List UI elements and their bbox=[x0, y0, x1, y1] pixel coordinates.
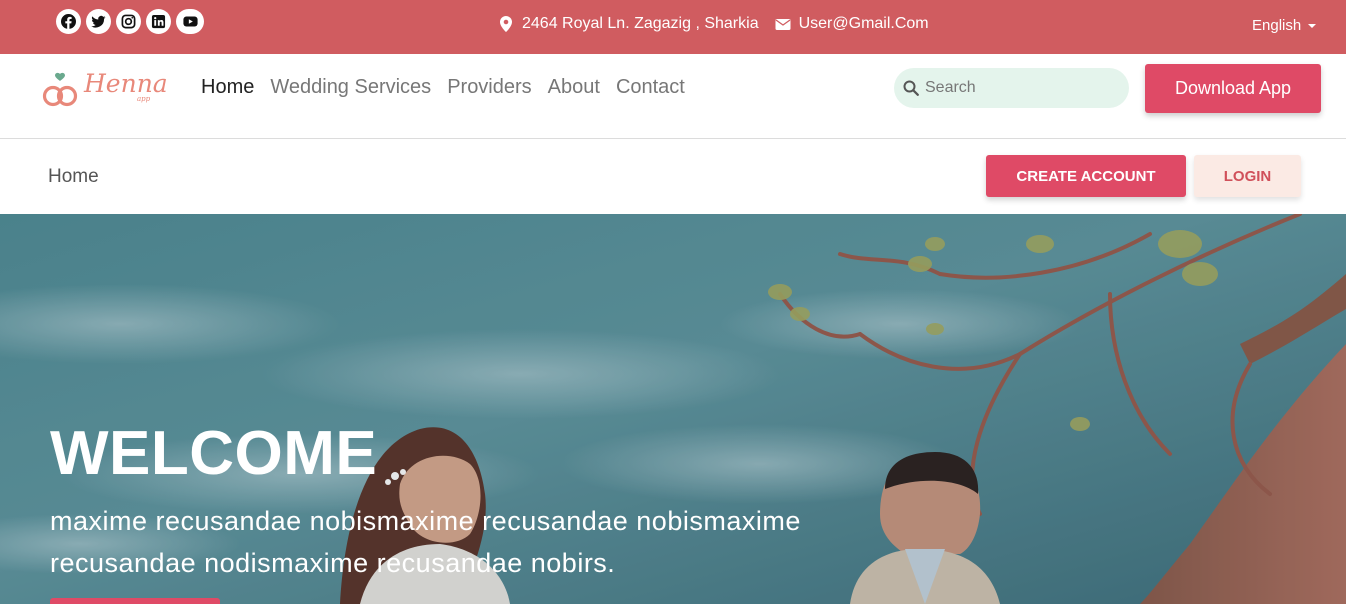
hero-cta-button[interactable] bbox=[50, 598, 220, 604]
hero-title: WELCOME bbox=[50, 419, 378, 488]
linkedin-icon[interactable] bbox=[146, 9, 171, 34]
address-text: 2464 Royal Ln. Zagazig , Sharkia bbox=[522, 15, 759, 32]
login-button[interactable]: LOGIN bbox=[1194, 155, 1301, 197]
top-info-bar: 2464 Royal Ln. Zagazig , Sharkia User@Gm… bbox=[0, 0, 1346, 54]
nav-home[interactable]: Home bbox=[201, 76, 254, 99]
search-input[interactable] bbox=[925, 79, 1115, 97]
chevron-down-icon bbox=[1308, 23, 1317, 28]
search-box bbox=[894, 68, 1129, 108]
facebook-icon[interactable] bbox=[56, 9, 81, 34]
nav-links: Home Wedding Services Providers About Co… bbox=[201, 76, 701, 99]
nav-providers[interactable]: Providers bbox=[447, 76, 531, 99]
download-app-button[interactable]: Download App bbox=[1145, 64, 1321, 113]
nav-about[interactable]: About bbox=[548, 76, 600, 99]
search-icon bbox=[903, 80, 919, 96]
breadcrumb-bar: Home CREATE ACCOUNT LOGIN bbox=[0, 139, 1346, 214]
twitter-icon[interactable] bbox=[86, 9, 111, 34]
language-dropdown[interactable]: English bbox=[1252, 17, 1317, 34]
language-label: English bbox=[1252, 17, 1302, 34]
social-links bbox=[56, 9, 204, 34]
nav-contact[interactable]: Contact bbox=[616, 76, 685, 99]
breadcrumb: Home bbox=[48, 166, 99, 187]
rings-icon bbox=[42, 72, 78, 107]
hero-description: maxime recusandae nobismaxime recusandae… bbox=[50, 506, 801, 578]
main-navbar: Henna app Home Wedding Services Provider… bbox=[0, 54, 1346, 139]
envelope-icon bbox=[775, 16, 791, 32]
hero-banner: WELCOME maxime recusandae nobismaxime re… bbox=[0, 214, 1346, 604]
contact-info: 2464 Royal Ln. Zagazig , Sharkia User@Gm… bbox=[500, 15, 929, 33]
location-pin-icon bbox=[500, 16, 514, 32]
email-link[interactable]: User@Gmail.Com bbox=[799, 15, 929, 33]
instagram-icon[interactable] bbox=[116, 9, 141, 34]
youtube-icon[interactable] bbox=[176, 9, 204, 34]
create-account-button[interactable]: CREATE ACCOUNT bbox=[986, 155, 1186, 197]
nav-wedding-services[interactable]: Wedding Services bbox=[270, 76, 431, 99]
logo-text: Henna bbox=[84, 69, 168, 98]
logo-subtext: app bbox=[137, 95, 151, 103]
